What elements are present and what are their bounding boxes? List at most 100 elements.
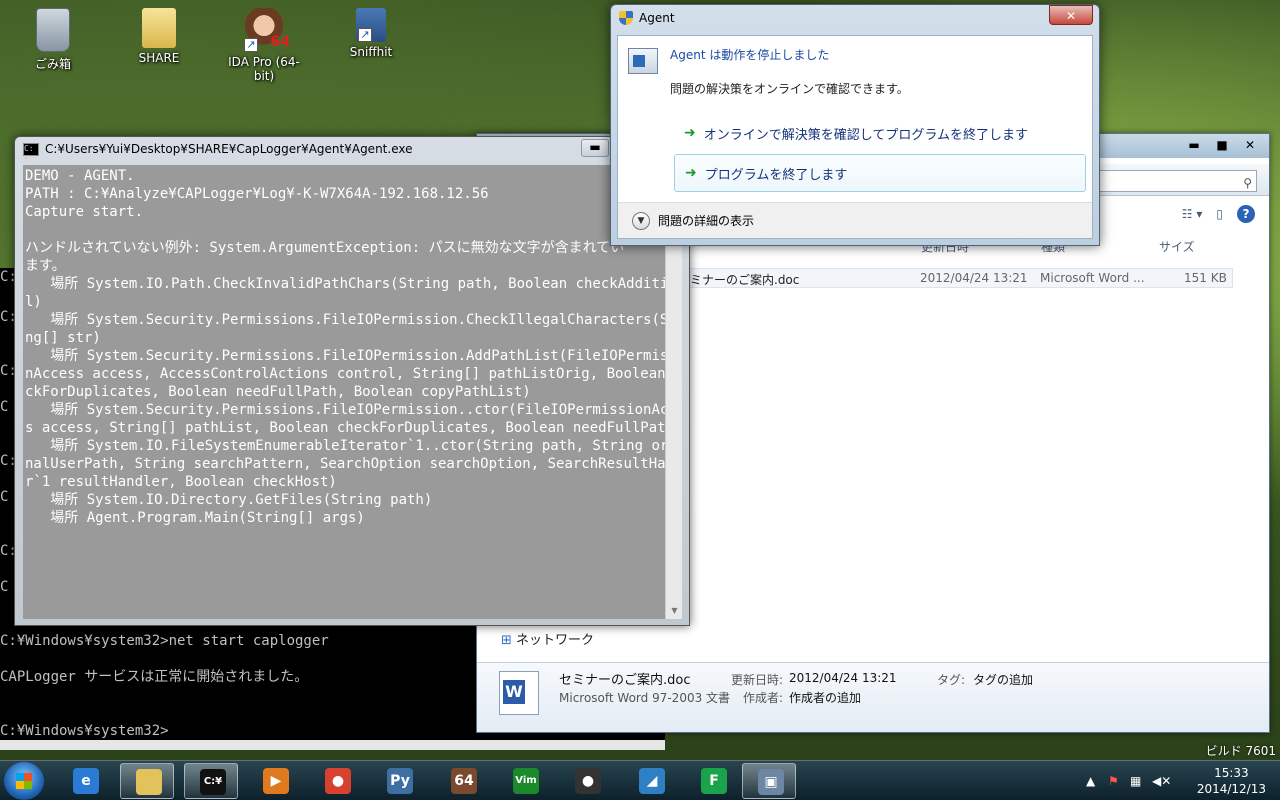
column-header-size[interactable]: サイズ [1159,238,1195,255]
network-status-icon[interactable]: ▦ [1130,774,1141,788]
search-input[interactable]: 索 ⚲ [1077,170,1257,192]
python-icon: Py [387,768,413,794]
option-label: オンラインで解決策を確認してプログラムを終了します [703,127,1028,143]
desktop-icon-label: IDA Pro (64-bit) [228,55,300,83]
console-line: 場所 Agent.Program.Main(String[] args) [25,510,365,526]
minimize-button[interactable]: ▬ [1181,136,1207,154]
close-button[interactable]: ✕ [1237,136,1263,154]
application-window-icon [628,48,658,74]
taskbar-item-command-prompt[interactable]: C:¥ [184,763,238,799]
file-explorer-icon [136,769,162,795]
details-filename: セミナーのご案内.doc [559,673,691,688]
agent-console-window[interactable]: C:¥_ C:¥Users¥Yui¥Desktop¥SHARE¥CapLogge… [14,136,690,626]
vim-icon: Vim [513,768,539,794]
network-icon: ↗ [356,8,386,42]
details-tags-value[interactable]: タグの追加 [973,671,1033,688]
command-prompt-icon: C:¥ [200,769,226,795]
console-line: l) [25,294,42,310]
dialog-titlebar[interactable]: Agent [619,11,675,25]
preview-pane-icon[interactable]: ▯ [1216,207,1223,221]
file-type: Microsoft Word ... [1040,271,1145,285]
desktop-icon-recycle-bin[interactable]: ごみ箱 [8,8,98,72]
scroll-down-icon[interactable]: ▼ [666,603,683,619]
dialog-heading: Agent は動作を停止しました [670,48,830,62]
volume-muted-icon[interactable]: ◀✕ [1152,774,1171,788]
taskbar-item-media-player[interactable]: ▶ [248,763,302,799]
close-program-button[interactable]: ➜ プログラムを終了します [674,154,1086,192]
media-player-icon: ▶ [263,768,289,794]
taskbar-item-vim[interactable]: Vim [498,763,552,799]
taskbar-item-internet-explorer[interactable]: e [58,763,112,799]
green-arrow-icon: ➜ [684,125,696,141]
explorer-command-bar: ☷ ▾ ▯ ? [1182,202,1255,226]
console-line: PATH : C:¥Analyze¥CAPLogger¥Log¥-K-W7X64… [25,186,489,202]
taskbar-item-agent-window[interactable]: ▣ [742,763,796,799]
taskbar-item-green-diamond[interactable]: F [686,763,740,799]
console-line: CAPLogger サービスは正常に開始されました。 [0,669,309,685]
ida-pro-icon: ↗ 64 [242,8,290,52]
desktop-icon-label: Sniffhit [349,45,393,59]
console-line: r`1 resultHandler, Boolean checkHost) [25,474,337,490]
console-line: DEMO - AGENT. [25,168,135,184]
desktop-icon-ida-pro[interactable]: ↗ 64 IDA Pro (64-bit) [219,8,309,83]
horizontal-scrollbar[interactable] [0,740,665,750]
file-modified: 2012/04/24 13:21 [920,271,1028,285]
taskbar-item-python[interactable]: Py [372,763,426,799]
maximize-button[interactable]: ■ [1209,136,1235,154]
recycle-bin-icon [36,8,70,52]
shortcut-arrow-icon: ↗ [244,38,258,52]
console-line: ハンドルされていない例外: System.ArgumentException: … [25,240,625,256]
minimize-button[interactable]: ▬ [581,139,609,157]
check-online-and-close-button[interactable]: ➜ オンラインで解決策を確認してプログラムを終了します [674,114,1086,152]
ida-pro-icon: 64 [451,768,477,794]
desktop-icon-sniffhit[interactable]: ↗ Sniffhit [326,8,416,59]
desktop-icon-share[interactable]: SHARE [114,8,204,65]
search-icon[interactable]: ⚲ [1243,173,1252,193]
nav-item-network[interactable]: ⊞ ネットワーク [501,629,594,648]
help-icon[interactable]: ? [1237,205,1255,223]
file-row[interactable]: ミナーのご案内.doc 2012/04/24 13:21 Microsoft W… [687,268,1233,288]
taskbar-item-spy[interactable]: ● [560,763,614,799]
taskbar-item-file-explorer[interactable] [120,763,174,799]
console-line: 場所 System.Security.Permissions.FileIOPer… [25,312,665,328]
nav-item-label: ネットワーク [516,633,595,648]
console-line: ます。 [25,258,66,274]
taskbar-item-wireshark[interactable]: ◢ [624,763,678,799]
console-line: C [0,399,9,415]
details-filetype: Microsoft Word 97-2003 文書 [559,691,731,705]
console-line: C:¥Windows¥system32>net start caplogger [0,633,329,649]
taskbar-item-ida-pro[interactable]: 64 [436,763,490,799]
details-author-value[interactable]: 作成者の追加 [789,689,861,706]
word-document-icon [499,671,539,715]
console-output[interactable]: DEMO - AGENT. PATH : C:¥Analyze¥CAPLogge… [23,165,665,619]
desktop-icon-label: SHARE [138,51,180,65]
dialog-panel: Agent は動作を停止しました 問題の解決策をオンラインで確認できます。 ➜ … [617,35,1093,239]
start-button[interactable] [4,762,44,800]
console-line: 場所 System.IO.FileSystemEnumerableIterato… [25,438,665,454]
console-line: nalUserPath, String searchPattern, Searc… [25,456,665,472]
details-modified-value: 2012/04/24 13:21 [789,671,897,685]
green-diamond-icon: F [701,768,727,794]
clock[interactable]: 15:33 2014/12/13 [1197,765,1266,797]
details-tags-label: タグ: [937,673,966,687]
show-problem-details-toggle[interactable]: ▼ 問題の詳細の表示 [618,202,1092,238]
console-line: 場所 System.IO.Path.CheckInvalidPathChars(… [25,276,665,292]
agent-error-dialog[interactable]: Agent ✕ Agent は動作を停止しました 問題の解決策をオンラインで確認… [610,4,1100,246]
console-line: Capture start. [25,204,144,220]
clock-time: 15:33 [1214,766,1249,780]
taskbar-item-chrome[interactable]: ● [310,763,364,799]
network-icon: ⊞ [501,633,512,648]
action-center-icon[interactable]: ⚑ [1108,774,1119,788]
dialog-title: Agent [639,11,675,25]
internet-explorer-icon: e [73,768,99,794]
close-button[interactable]: ✕ [1049,5,1093,25]
view-options-icon[interactable]: ☷ ▾ [1182,207,1203,221]
command-prompt-icon: C:¥_ [23,142,39,163]
show-hidden-icons-icon[interactable]: ▲ [1086,774,1095,788]
console-line: ng[] str) [25,330,101,346]
console-line: C:¥Windows¥system32> [0,723,169,739]
console-titlebar[interactable]: C:¥_ C:¥Users¥Yui¥Desktop¥SHARE¥CapLogge… [23,142,412,163]
console-line: C [0,489,9,505]
console-line: nAccess access, AccessControlActions con… [25,366,665,382]
taskbar: e C:¥ ▶ ● Py 64 Vim ● ◢ F ▣ ▲ ⚑ ▦ ◀✕ 15:33 2014/12… [0,760,1280,800]
